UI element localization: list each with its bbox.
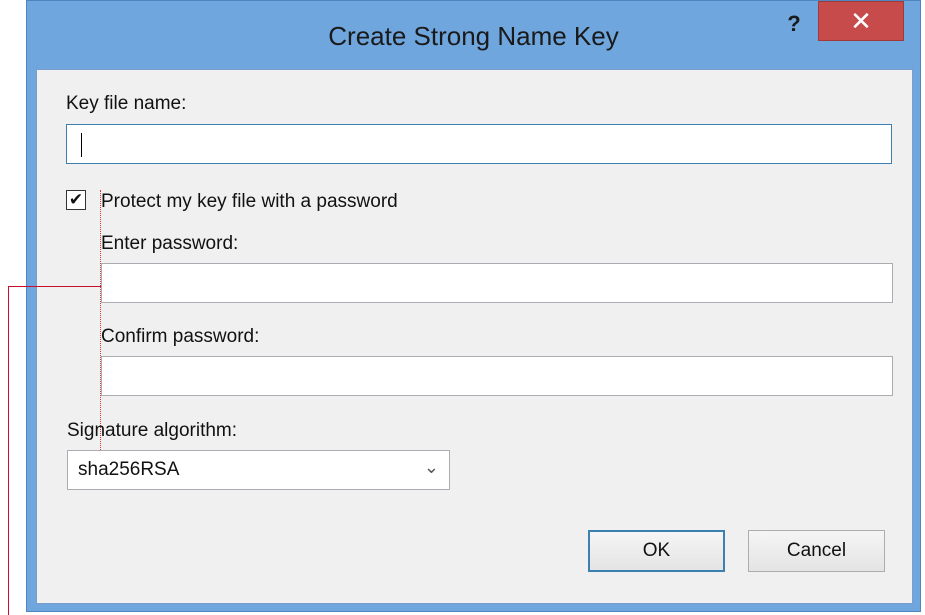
cancel-button[interactable]: Cancel xyxy=(748,530,885,572)
enter-password-label: Enter password: xyxy=(101,233,239,254)
help-button[interactable]: ? xyxy=(776,9,812,39)
signature-algorithm-label: Signature algorithm: xyxy=(67,420,238,441)
dialog-body: Key file name: ✔ Protect my key file wit… xyxy=(36,69,913,604)
confirm-password-label: Confirm password: xyxy=(101,326,260,347)
signature-algorithm-value: sha256RSA xyxy=(78,459,180,480)
text-caret xyxy=(81,133,82,157)
annotation-connector-horizontal xyxy=(8,286,101,287)
key-file-name-label: Key file name: xyxy=(66,93,187,114)
ok-button[interactable]: OK xyxy=(588,530,725,572)
checkmark-icon: ✔ xyxy=(68,190,84,209)
key-file-name-input[interactable] xyxy=(66,124,892,164)
confirm-password-input[interactable] xyxy=(101,356,893,396)
title-bar: Create Strong Name Key ? ✕ xyxy=(27,1,920,69)
close-button[interactable]: ✕ xyxy=(818,1,904,41)
chevron-down-icon: ⌄ xyxy=(423,457,439,477)
help-icon: ? xyxy=(787,11,801,36)
protect-password-label[interactable]: Protect my key file with a password xyxy=(101,191,398,213)
protect-password-checkbox[interactable]: ✔ xyxy=(66,190,86,210)
enter-password-input[interactable] xyxy=(101,263,893,303)
signature-algorithm-select[interactable]: sha256RSA ⌄ xyxy=(67,450,450,490)
annotation-connector-vertical xyxy=(8,286,9,615)
close-icon: ✕ xyxy=(850,6,872,36)
create-strong-name-key-dialog: Create Strong Name Key ? ✕ Key file name… xyxy=(26,0,921,612)
